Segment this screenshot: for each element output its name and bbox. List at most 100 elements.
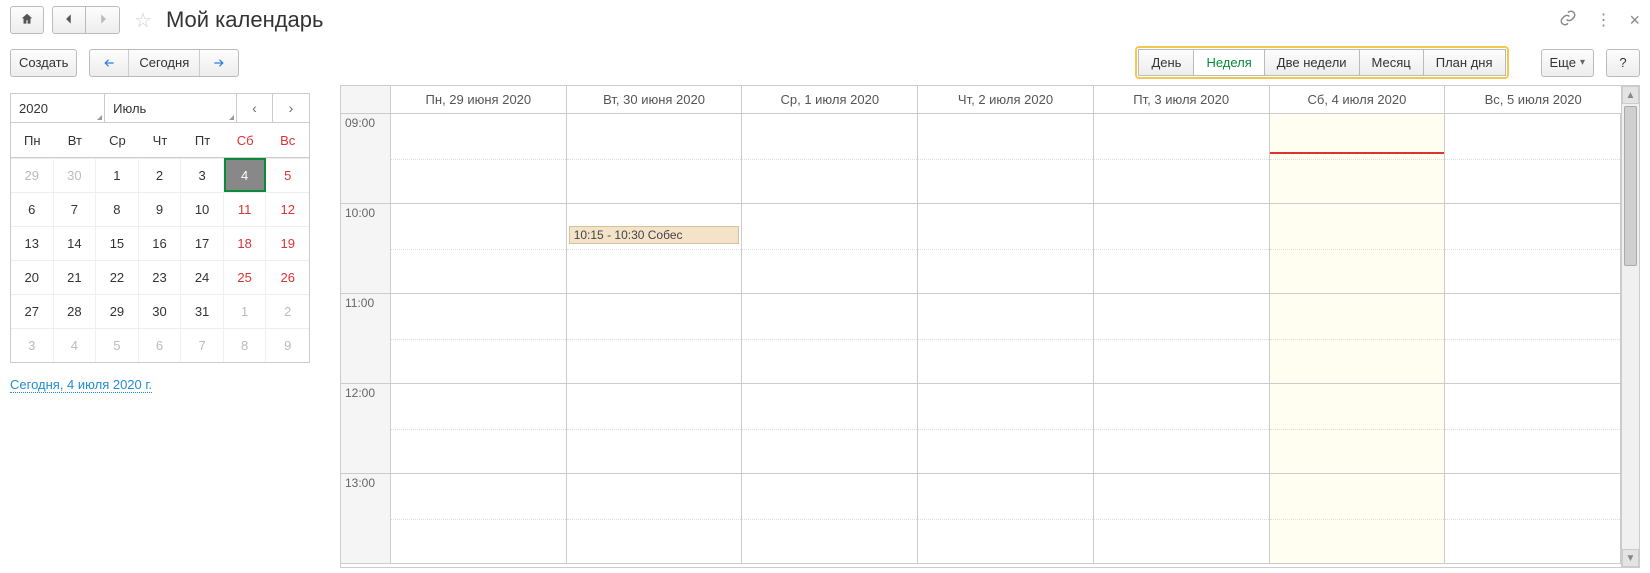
mini-day-cell[interactable]: 19 [266,226,309,260]
calendar-cell[interactable] [742,294,918,384]
mini-day-cell[interactable]: 29 [11,158,54,192]
mini-day-cell[interactable]: 8 [224,328,267,362]
mini-day-cell[interactable]: 30 [54,158,97,192]
help-button[interactable]: ? [1606,49,1640,77]
calendar-cell[interactable] [918,204,1094,294]
mini-day-cell[interactable]: 28 [54,294,97,328]
mini-day-cell[interactable]: 2 [266,294,309,328]
nav-back-button[interactable] [52,6,86,34]
view-tab-two-weeks[interactable]: Две недели [1265,49,1360,76]
mini-day-cell[interactable]: 21 [54,260,97,294]
mini-day-cell[interactable]: 3 [11,328,54,362]
today-link[interactable]: Сегодня, 4 июля 2020 г. [10,377,152,393]
calendar-cell[interactable] [1445,474,1621,564]
mini-month-select[interactable]: Июль [105,94,237,122]
create-button[interactable]: Создать [10,49,77,77]
calendar-cell[interactable] [918,384,1094,474]
mini-day-cell[interactable]: 25 [224,260,267,294]
calendar-cell[interactable] [1445,384,1621,474]
mini-day-cell[interactable]: 15 [96,226,139,260]
mini-day-cell[interactable]: 23 [139,260,182,294]
mini-day-cell[interactable]: 30 [139,294,182,328]
link-icon[interactable] [1559,9,1577,32]
scroll-thumb[interactable] [1624,106,1637,266]
view-tab-day[interactable]: День [1138,49,1194,76]
prev-period-button[interactable] [90,50,129,76]
home-button[interactable] [10,6,44,34]
calendar-cell[interactable] [1094,114,1270,204]
mini-day-cell[interactable]: 7 [54,192,97,226]
mini-day-cell[interactable]: 12 [266,192,309,226]
day-header[interactable]: Чт, 2 июля 2020 [918,86,1094,113]
mini-prev-month[interactable]: ‹ [237,94,273,122]
calendar-cell[interactable] [567,384,743,474]
calendar-cell[interactable] [918,294,1094,384]
day-header[interactable]: Вт, 30 июня 2020 [567,86,743,113]
calendar-cell[interactable] [391,474,567,564]
mini-day-cell[interactable]: 18 [224,226,267,260]
calendar-cell[interactable] [391,294,567,384]
mini-day-cell[interactable]: 14 [54,226,97,260]
scroll-up-button[interactable]: ▲ [1622,86,1639,104]
calendar-cell[interactable] [1445,204,1621,294]
mini-day-cell[interactable]: 2 [139,158,182,192]
view-tab-day-plan[interactable]: План дня [1424,49,1506,76]
calendar-event[interactable]: 10:15 - 10:30 Собес [569,226,740,244]
mini-day-cell[interactable]: 20 [11,260,54,294]
mini-day-cell[interactable]: 8 [96,192,139,226]
next-period-button[interactable] [200,50,238,76]
mini-day-cell[interactable]: 11 [224,192,267,226]
calendar-cell[interactable] [391,384,567,474]
calendar-cell[interactable] [1270,474,1446,564]
calendar-cell[interactable] [391,204,567,294]
view-tab-week[interactable]: Неделя [1194,49,1264,76]
mini-day-cell[interactable]: 13 [11,226,54,260]
calendar-cell[interactable] [1094,384,1270,474]
calendar-cell[interactable] [567,114,743,204]
calendar-cell[interactable] [742,474,918,564]
calendar-cell[interactable] [1270,384,1446,474]
kebab-menu-icon[interactable]: ⋮ [1595,10,1611,30]
day-header[interactable]: Пн, 29 июня 2020 [391,86,567,113]
calendar-cell[interactable] [1445,294,1621,384]
mini-day-cell[interactable]: 16 [139,226,182,260]
scroll-down-button[interactable]: ▼ [1622,549,1639,567]
mini-day-cell[interactable]: 4 [224,158,267,192]
mini-day-cell[interactable]: 29 [96,294,139,328]
calendar-cell[interactable] [1094,204,1270,294]
calendar-cell[interactable] [918,474,1094,564]
mini-next-month[interactable]: › [273,94,309,122]
close-icon[interactable]: × [1629,10,1640,31]
vertical-scrollbar[interactable]: ▲ ▼ [1621,86,1639,567]
more-button[interactable]: Еще ▾ [1541,49,1594,77]
calendar-cell[interactable] [1094,294,1270,384]
nav-forward-button[interactable] [86,6,120,34]
calendar-cell[interactable] [1094,474,1270,564]
mini-day-cell[interactable]: 17 [181,226,224,260]
favorite-star-icon[interactable]: ☆ [134,8,152,33]
mini-day-cell[interactable]: 5 [266,158,309,192]
mini-day-cell[interactable]: 5 [96,328,139,362]
mini-year-select[interactable]: 2020 [11,94,105,122]
mini-day-cell[interactable]: 24 [181,260,224,294]
mini-day-cell[interactable]: 3 [181,158,224,192]
mini-day-cell[interactable]: 9 [266,328,309,362]
mini-day-cell[interactable]: 6 [11,192,54,226]
mini-day-cell[interactable]: 26 [266,260,309,294]
calendar-cell[interactable] [918,114,1094,204]
mini-day-cell[interactable]: 22 [96,260,139,294]
calendar-cell[interactable] [391,114,567,204]
mini-day-cell[interactable]: 9 [139,192,182,226]
calendar-cell[interactable] [1445,114,1621,204]
mini-day-cell[interactable]: 4 [54,328,97,362]
mini-day-cell[interactable]: 10 [181,192,224,226]
mini-day-cell[interactable]: 6 [139,328,182,362]
day-header[interactable]: Ср, 1 июля 2020 [742,86,918,113]
day-header[interactable]: Пт, 3 июля 2020 [1094,86,1270,113]
go-today-button[interactable]: Сегодня [129,50,200,76]
calendar-cell[interactable]: 10:15 - 10:30 Собес [567,204,743,294]
mini-day-cell[interactable]: 31 [181,294,224,328]
day-header[interactable]: Сб, 4 июля 2020 [1270,86,1446,113]
calendar-cell[interactable] [1270,204,1446,294]
calendar-cell[interactable] [567,294,743,384]
